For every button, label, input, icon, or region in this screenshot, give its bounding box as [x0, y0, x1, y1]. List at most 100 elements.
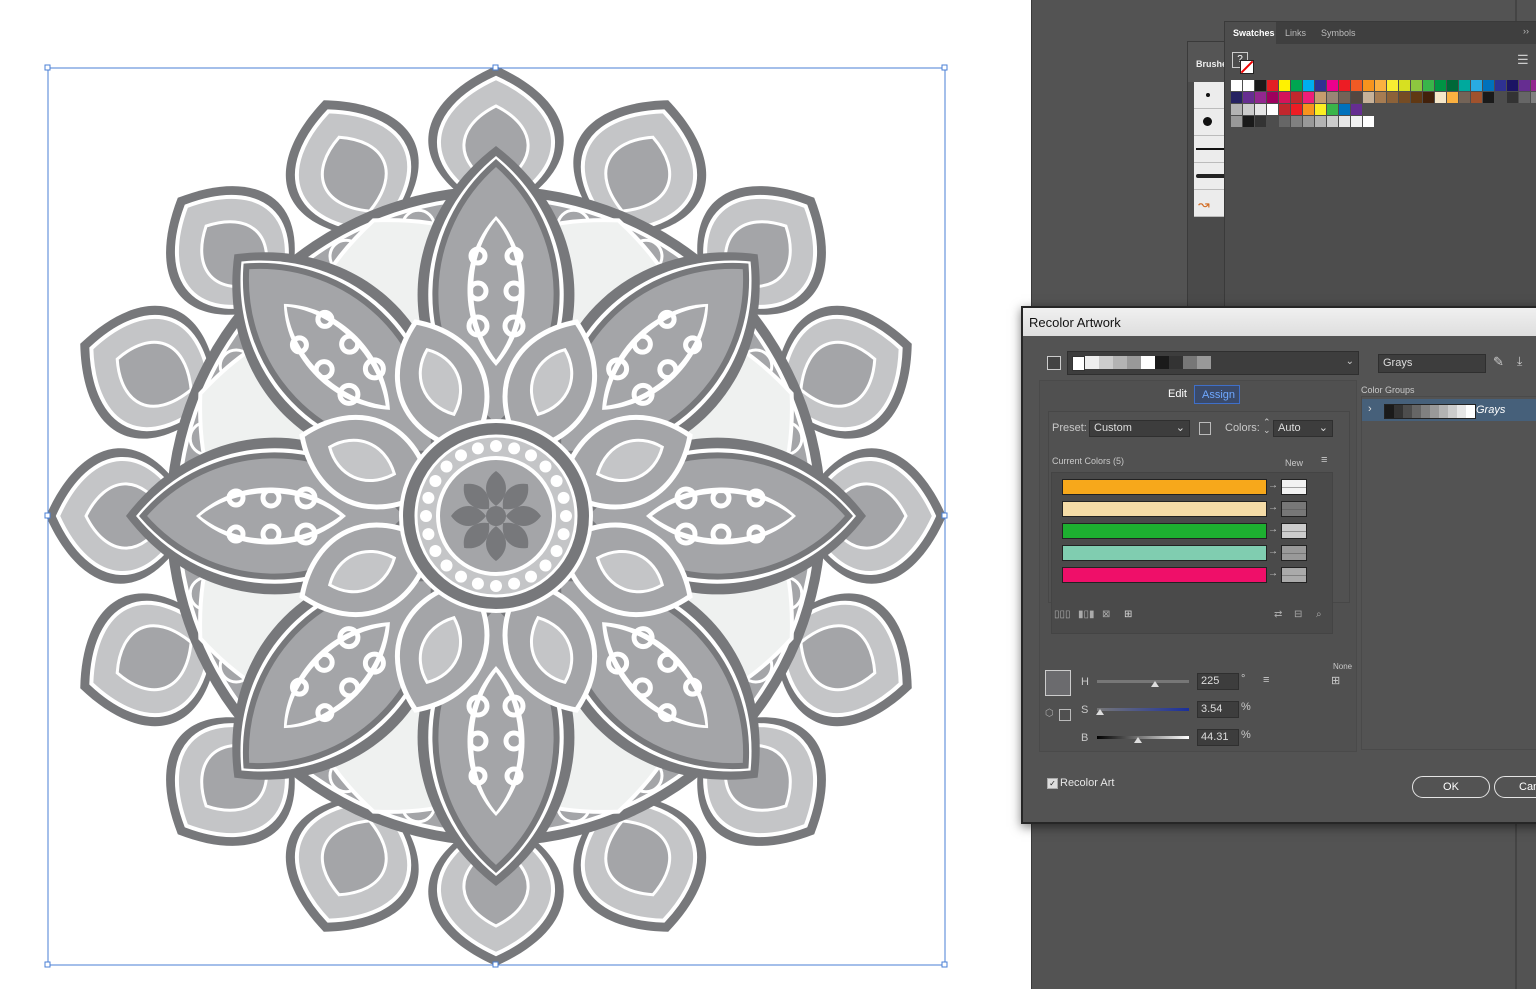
- color-swatch[interactable]: [1267, 104, 1278, 115]
- color-mode-swatch[interactable]: [1059, 709, 1071, 721]
- color-swatch[interactable]: [1267, 92, 1278, 103]
- color-swatch[interactable]: [1231, 92, 1242, 103]
- current-color-bar[interactable]: [1062, 479, 1267, 495]
- mandala-artwork[interactable]: [0, 0, 1031, 989]
- h-input[interactable]: 225: [1197, 673, 1239, 690]
- color-swatch[interactable]: [1315, 80, 1326, 91]
- brush-rough-line[interactable]: [1194, 163, 1226, 190]
- color-swatch[interactable]: [1291, 92, 1302, 103]
- color-swatch[interactable]: [1303, 92, 1314, 103]
- active-color-chip[interactable]: [1113, 356, 1127, 369]
- color-swatch[interactable]: [1411, 80, 1422, 91]
- preset-options-icon[interactable]: [1199, 422, 1211, 435]
- color-group-name-field[interactable]: Grays: [1378, 354, 1486, 373]
- new-row-icon[interactable]: ⊞: [1124, 609, 1132, 620]
- color-swatch[interactable]: [1363, 80, 1374, 91]
- color-swatch[interactable]: [1339, 80, 1350, 91]
- brush-small-dot[interactable]: [1194, 82, 1226, 109]
- brush-large-dot[interactable]: [1194, 109, 1226, 136]
- color-swatch[interactable]: [1279, 104, 1290, 115]
- color-swatch[interactable]: [1327, 104, 1338, 115]
- color-swatch[interactable]: [1315, 116, 1326, 127]
- new-color-swatch[interactable]: [1281, 479, 1307, 495]
- current-color-bar[interactable]: [1062, 567, 1267, 583]
- chevron-down-icon[interactable]: ⌄: [1346, 356, 1354, 367]
- find-color-icon[interactable]: ⌕: [1316, 609, 1322, 620]
- assign-arrow-icon[interactable]: →: [1268, 568, 1278, 579]
- brush-arrow[interactable]: ↝: [1194, 190, 1226, 217]
- colors-stepper[interactable]: ⌃ ⌄: [1263, 418, 1271, 435]
- color-swatch[interactable]: [1519, 92, 1530, 103]
- active-color-chip[interactable]: [1197, 356, 1211, 369]
- color-swatch[interactable]: [1459, 92, 1470, 103]
- color-swatch[interactable]: [1351, 80, 1362, 91]
- color-swatch[interactable]: [1495, 80, 1506, 91]
- color-swatch[interactable]: [1303, 80, 1314, 91]
- s-input[interactable]: 3.54: [1197, 701, 1239, 718]
- color-swatch[interactable]: [1291, 116, 1302, 127]
- active-color-chip[interactable]: [1183, 356, 1197, 369]
- color-swatch[interactable]: [1327, 80, 1338, 91]
- new-color-swatch[interactable]: [1281, 567, 1307, 583]
- color-swatch[interactable]: [1303, 104, 1314, 115]
- panel-collapse-icon[interactable]: ››: [1523, 26, 1529, 36]
- exclude-colors-icon[interactable]: ⊠: [1102, 609, 1110, 620]
- color-swatch[interactable]: [1255, 80, 1266, 91]
- tab-swatches[interactable]: Swatches: [1233, 28, 1275, 38]
- color-swatch[interactable]: [1483, 80, 1494, 91]
- color-swatch[interactable]: [1387, 80, 1398, 91]
- tab-assign[interactable]: Assign: [1194, 385, 1240, 404]
- current-color-bar[interactable]: [1062, 523, 1267, 539]
- active-color-chip[interactable]: [1085, 356, 1099, 369]
- color-swatch[interactable]: [1435, 80, 1446, 91]
- color-mode-icon[interactable]: ⬡: [1045, 708, 1054, 719]
- selected-color-preview[interactable]: [1045, 670, 1071, 696]
- color-swatch[interactable]: [1315, 92, 1326, 103]
- color-swatch[interactable]: [1279, 116, 1290, 127]
- color-swatch[interactable]: [1339, 92, 1350, 103]
- assign-arrow-icon[interactable]: →: [1268, 546, 1278, 557]
- color-swatch[interactable]: [1387, 92, 1398, 103]
- swatch-grid[interactable]: [1231, 80, 1536, 128]
- color-swatch[interactable]: [1519, 80, 1530, 91]
- color-swatch[interactable]: [1495, 92, 1506, 103]
- color-swatch[interactable]: [1507, 92, 1518, 103]
- color-swatch[interactable]: [1327, 92, 1338, 103]
- h-slider-thumb[interactable]: [1150, 681, 1159, 687]
- active-color-chip[interactable]: [1155, 356, 1169, 369]
- color-swatch[interactable]: [1279, 80, 1290, 91]
- color-swatch[interactable]: [1531, 80, 1536, 91]
- randomize-order-icon[interactable]: ⇄: [1274, 609, 1282, 620]
- color-swatch[interactable]: [1231, 116, 1242, 127]
- active-color-chip[interactable]: [1072, 356, 1085, 371]
- panel-menu-icon[interactable]: ☰: [1517, 52, 1529, 68]
- active-color-chip[interactable]: [1141, 356, 1155, 369]
- active-color-chip[interactable]: [1127, 356, 1141, 369]
- color-swatch[interactable]: [1459, 80, 1470, 91]
- color-swatch[interactable]: [1279, 92, 1290, 103]
- tab-brushes[interactable]: Brushes: [1188, 42, 1232, 82]
- color-swatch[interactable]: [1423, 80, 1434, 91]
- color-swatch[interactable]: [1507, 80, 1518, 91]
- color-swatch[interactable]: [1471, 80, 1482, 91]
- assign-arrow-icon[interactable]: →: [1268, 524, 1278, 535]
- color-swatch[interactable]: [1231, 104, 1242, 115]
- color-library-icon[interactable]: ⊞: [1331, 674, 1340, 687]
- artwork-colors-swatch[interactable]: [1047, 356, 1061, 370]
- new-color-swatch[interactable]: [1281, 545, 1307, 561]
- color-swatch[interactable]: [1243, 116, 1254, 127]
- color-swatch[interactable]: [1255, 104, 1266, 115]
- color-swatch[interactable]: [1351, 104, 1362, 115]
- hsb-menu-icon[interactable]: ≡: [1263, 674, 1269, 686]
- ok-button[interactable]: OK: [1412, 776, 1490, 798]
- tab-links[interactable]: Links: [1285, 28, 1306, 38]
- separate-colors-icon[interactable]: ▮▯▮: [1078, 609, 1095, 620]
- s-slider-thumb[interactable]: [1096, 709, 1105, 715]
- active-color-chip[interactable]: [1099, 356, 1113, 369]
- assign-arrow-icon[interactable]: →: [1268, 480, 1278, 491]
- cancel-button[interactable]: Can: [1494, 776, 1536, 798]
- color-swatch[interactable]: [1423, 92, 1434, 103]
- fill-stroke-swatch[interactable]: ?: [1232, 52, 1254, 74]
- b-slider-thumb[interactable]: [1133, 737, 1142, 743]
- list-menu-icon[interactable]: ≡: [1321, 454, 1327, 466]
